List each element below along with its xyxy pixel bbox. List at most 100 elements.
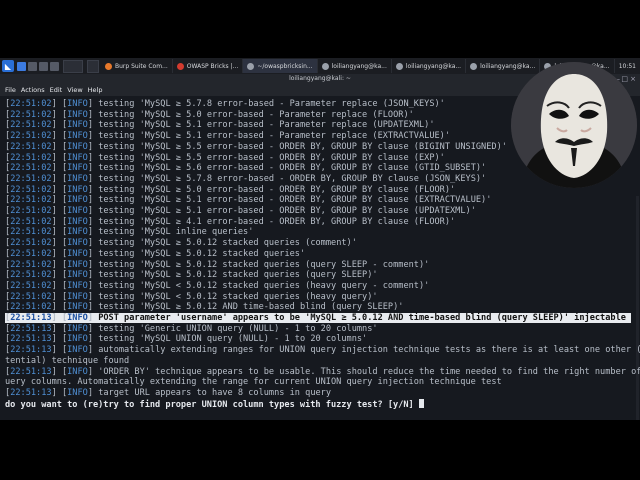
log-timestamp: 22:51:02 bbox=[10, 141, 52, 152]
clock[interactable]: 10:51 bbox=[619, 63, 636, 70]
log-message: testing 'MySQL ≥ 5.0.12 stacked queries' bbox=[93, 248, 306, 259]
log-level: INFO bbox=[67, 141, 88, 152]
log-text: [22:51:02] [INFO] testing 'MySQL ≥ 5.7.8… bbox=[5, 99, 445, 109]
log-text: [22:51:02] [INFO] testing 'MySQL < 5.0.1… bbox=[5, 291, 378, 302]
kali-menu-icon[interactable]: ◣ bbox=[2, 60, 14, 72]
taskbar-task[interactable]: loiliangyang@ka... bbox=[318, 59, 392, 73]
app-icon bbox=[247, 62, 255, 70]
log-text: [22:51:13] [INFO] testing 'MySQL UNION q… bbox=[5, 334, 368, 345]
log-line: [22:51:02] [INFO] testing 'MySQL ≥ 5.1 e… bbox=[5, 120, 435, 131]
log-level: INFO bbox=[67, 366, 88, 377]
app-launcher-icon[interactable] bbox=[87, 59, 99, 73]
log-line: [22:51:13] [INFO] target URL appears to … bbox=[5, 388, 331, 399]
menu-help[interactable]: Help bbox=[88, 86, 103, 94]
log-message: testing 'MySQL ≥ 5.0.12 AND time-based b… bbox=[93, 302, 404, 313]
terminal-scrollbar[interactable] bbox=[636, 196, 639, 420]
task-label: ~/owaspbricksin... bbox=[257, 62, 313, 70]
log-message: testing 'MySQL ≥ 5.5 error-based - ORDER… bbox=[93, 152, 445, 163]
log-timestamp: 22:51:02 bbox=[10, 99, 52, 109]
log-text: [22:51:02] [INFO] testing 'MySQL ≥ 5.0.1… bbox=[5, 270, 378, 281]
workspace-2-icon[interactable] bbox=[28, 61, 37, 71]
menu-actions[interactable]: Actions bbox=[21, 86, 45, 94]
app-icon bbox=[105, 62, 112, 70]
log-text: [22:51:02] [INFO] testing 'MySQL ≥ 5.0.1… bbox=[5, 248, 306, 259]
window-title: loiliangyang@kali: ~ bbox=[289, 75, 351, 82]
menu-edit[interactable]: Edit bbox=[50, 86, 63, 94]
log-level: INFO bbox=[67, 163, 88, 174]
log-line: uery columns. Automatically extending th… bbox=[5, 377, 502, 388]
log-timestamp: 22:51:02 bbox=[10, 195, 52, 206]
workspace-4-icon[interactable] bbox=[50, 61, 59, 71]
text-cursor bbox=[418, 398, 424, 408]
log-line: [22:51:02] [INFO] testing 'MySQL ≥ 5.1 e… bbox=[5, 206, 476, 217]
log-timestamp: 22:51:13 bbox=[10, 334, 52, 345]
log-level: INFO bbox=[67, 313, 88, 323]
taskbar-task[interactable]: Burp Suite Com... bbox=[101, 59, 173, 73]
taskbar-task[interactable]: loiliangyang@ka... bbox=[392, 59, 467, 73]
workspace-3-icon[interactable] bbox=[39, 61, 48, 71]
app-icon bbox=[176, 62, 184, 70]
menu-file[interactable]: File bbox=[5, 86, 16, 94]
log-line: [22:51:02] [INFO] testing 'MySQL ≥ 5.0.1… bbox=[5, 302, 403, 313]
log-level: INFO bbox=[67, 173, 88, 184]
log-level: INFO bbox=[67, 195, 88, 206]
log-level: INFO bbox=[67, 120, 88, 131]
log-line: [22:51:13] [INFO] automatically extendin… bbox=[5, 345, 640, 356]
log-timestamp: 22:51:13 bbox=[10, 313, 52, 323]
log-timestamp: 22:51:02 bbox=[10, 238, 52, 249]
log-timestamp: 22:51:13 bbox=[10, 345, 52, 356]
log-level: INFO bbox=[67, 302, 88, 313]
log-timestamp: 22:51:13 bbox=[10, 387, 52, 398]
log-line: tential) technique found bbox=[5, 355, 130, 366]
log-line: [22:51:02] [INFO] testing 'MySQL ≥ 5.0.1… bbox=[5, 238, 357, 249]
log-level: INFO bbox=[67, 387, 88, 398]
log-message: testing 'MySQL ≥ 5.0 error-based - Param… bbox=[93, 109, 414, 120]
log-text: [22:51:13] [INFO] 'ORDER BY' technique a… bbox=[5, 367, 640, 377]
log-text: [22:51:02] [INFO] testing 'MySQL ≥ 5.1 e… bbox=[5, 206, 476, 216]
log-timestamp: 22:51:02 bbox=[10, 152, 52, 163]
taskbar-task[interactable]: ~/owaspbricksin... bbox=[243, 59, 318, 73]
task-list: Burp Suite Com... OWASP Bricks |... ~/owas… bbox=[101, 59, 615, 73]
log-line: [22:51:02] [INFO] testing 'MySQL ≥ 5.7.8… bbox=[5, 99, 445, 110]
log-line: [22:51:02] [INFO] testing 'MySQL ≥ 5.5 e… bbox=[5, 153, 445, 164]
log-message: testing 'MySQL ≥ 5.1 error-based - Param… bbox=[93, 120, 435, 131]
log-line: [22:51:02] [INFO] testing 'MySQL ≥ 5.0 e… bbox=[5, 110, 414, 121]
log-text: [22:51:02] [INFO] testing 'MySQL ≥ 5.1 e… bbox=[5, 195, 492, 206]
log-message: testing 'MySQL ≥ 5.1 error-based - ORDER… bbox=[93, 206, 476, 216]
close-icon[interactable]: × bbox=[630, 74, 636, 84]
log-message: testing 'MySQL ≥ 5.1 error-based - ORDER… bbox=[93, 195, 492, 206]
menu-view[interactable]: View bbox=[67, 86, 82, 94]
input-prompt[interactable]: do you want to (re)try to find proper UN… bbox=[5, 398, 424, 411]
app-icon bbox=[470, 62, 478, 70]
log-timestamp: 22:51:02 bbox=[10, 216, 52, 227]
log-line: [22:51:13] [INFO] testing 'Generic UNION… bbox=[5, 324, 378, 335]
log-message: testing 'MySQL ≥ 5.1 error-based - Param… bbox=[93, 131, 451, 142]
app-icon bbox=[321, 62, 329, 70]
workspace-1-icon[interactable] bbox=[17, 61, 26, 71]
show-desktop-icon[interactable] bbox=[63, 59, 83, 73]
log-level: INFO bbox=[67, 206, 88, 216]
log-text: [22:51:13] [INFO] target URL appears to … bbox=[5, 387, 332, 398]
log-level: INFO bbox=[67, 334, 88, 345]
log-timestamp: 22:51:02 bbox=[10, 206, 52, 216]
log-message: POST parameter 'username' appears to be … bbox=[93, 313, 632, 323]
log-text: [22:51:13] [INFO] automatically extendin… bbox=[5, 345, 640, 355]
log-line: [22:51:13] [INFO] POST parameter 'userna… bbox=[5, 313, 632, 324]
log-message: testing 'MySQL ≥ 5.7.8 error-based - Par… bbox=[93, 99, 445, 109]
log-text: [22:51:02] [INFO] testing 'MySQL inline … bbox=[5, 227, 254, 238]
taskbar-task[interactable]: loiliangyang@ka... bbox=[466, 59, 541, 73]
maximize-icon[interactable]: □ bbox=[621, 74, 628, 84]
log-line: [22:51:02] [INFO] testing 'MySQL ≥ 5.5 e… bbox=[5, 142, 507, 153]
taskbar-task[interactable]: OWASP Bricks |... bbox=[173, 59, 244, 73]
log-timestamp: 22:51:02 bbox=[10, 131, 52, 142]
log-line: [22:51:02] [INFO] testing 'MySQL ≥ 5.0 e… bbox=[5, 185, 455, 196]
log-text: [22:51:02] [INFO] testing 'MySQL ≥ 5.7.8… bbox=[5, 173, 487, 184]
task-label: loiliangyang@ka... bbox=[405, 62, 462, 70]
log-text: [22:51:02] [INFO] testing 'MySQL ≥ 5.0.1… bbox=[5, 259, 430, 270]
log-line: [22:51:02] [INFO] testing 'MySQL < 5.0.1… bbox=[5, 281, 429, 292]
letterbox-bottom bbox=[0, 420, 640, 480]
task-label: Burp Suite Com... bbox=[115, 62, 168, 70]
log-message: testing 'Generic UNION query (NULL) - 1 … bbox=[93, 323, 378, 334]
log-line: [22:51:02] [INFO] testing 'MySQL ≥ 5.0.1… bbox=[5, 270, 378, 281]
log-message: testing 'MySQL ≥ 5.0.12 stacked queries … bbox=[93, 259, 430, 270]
